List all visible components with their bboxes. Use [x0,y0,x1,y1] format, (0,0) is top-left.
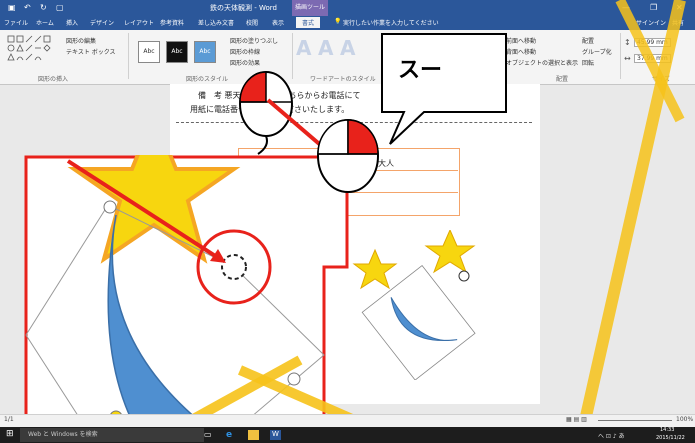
tab-file[interactable]: ファイル [4,18,28,27]
insert-shapes-group-label: 図形の挿入 [38,76,69,83]
edit-shape-button[interactable]: 図形の編集 [66,36,96,45]
save-icon[interactable]: ▣ [8,3,16,12]
status-bar [0,414,695,428]
text-box-button[interactable]: テキスト ボックス [66,47,116,56]
resize-handle[interactable] [103,200,117,214]
rotate-handle-large[interactable] [221,254,247,280]
mouse-drag-icon [317,119,379,193]
new-doc-icon[interactable]: ▢ [56,3,64,12]
redo-icon[interactable]: ↻ [40,3,47,12]
view-icons[interactable]: ▦ ▤ ▥ [566,416,587,423]
windows-start-icon[interactable]: ⊞ [6,429,14,439]
zoom-slider[interactable] [598,420,672,421]
decorative-stroke [574,0,686,443]
ribbon-divider [128,33,129,79]
page-count[interactable]: 1/1 [4,416,14,423]
shape-style-black[interactable]: Abc [166,41,188,63]
tray-icons[interactable]: へ ⊡ ♪ あ [598,431,625,440]
tab-mailings[interactable]: 差し込み文書 [198,18,234,27]
taskbar-search-box[interactable]: Web と Windows を検索 [20,428,204,442]
zoom-level[interactable]: 100% [676,416,693,423]
shape-style-blue[interactable]: Abc [194,41,216,63]
task-view-icon[interactable]: ▭ [204,430,215,440]
word-taskbar-icon[interactable]: W [270,430,281,440]
tab-view[interactable]: 表示 [272,18,284,27]
tab-review[interactable]: 校閲 [246,18,258,27]
shape-fill-button[interactable]: 図形の塗りつぶし [230,36,278,45]
shape-styles-group-label: 図形のスタイル [186,76,229,83]
shape-outline-button[interactable]: 図形の枠線 [230,47,260,56]
edge-icon[interactable]: e [226,430,237,440]
window-title: 鉄の天体観測 - Word [210,4,277,12]
wordart-style-1[interactable]: A [296,36,311,60]
tab-home[interactable]: ホーム [36,18,54,27]
clock-date[interactable]: 2015/11/22 [656,435,685,441]
tab-design[interactable]: デザイン [90,18,114,27]
undo-icon[interactable]: ↶ [24,3,31,12]
shape-gallery[interactable] [6,34,58,64]
lightbulb-icon: 💡 [334,18,342,25]
wordart-style-3[interactable]: A [340,36,355,60]
shape-style-white[interactable]: Abc [138,41,160,63]
tab-insert[interactable]: 挿入 [66,18,78,27]
tab-layout[interactable]: レイアウト [124,18,154,27]
tab-format[interactable]: 書式 [296,17,321,28]
mouse-illustrations [239,71,379,193]
tab-references[interactable]: 参考資料 [160,18,184,27]
shape-effects-button[interactable]: 図形の効果 [230,58,260,67]
drawing-tools-context: 描画ツール [292,0,328,16]
decorative-strokes [574,0,686,443]
explorer-icon[interactable] [248,430,259,440]
clock-time[interactable]: 14:33 [660,427,674,433]
wordart-style-2[interactable]: A [318,36,333,60]
